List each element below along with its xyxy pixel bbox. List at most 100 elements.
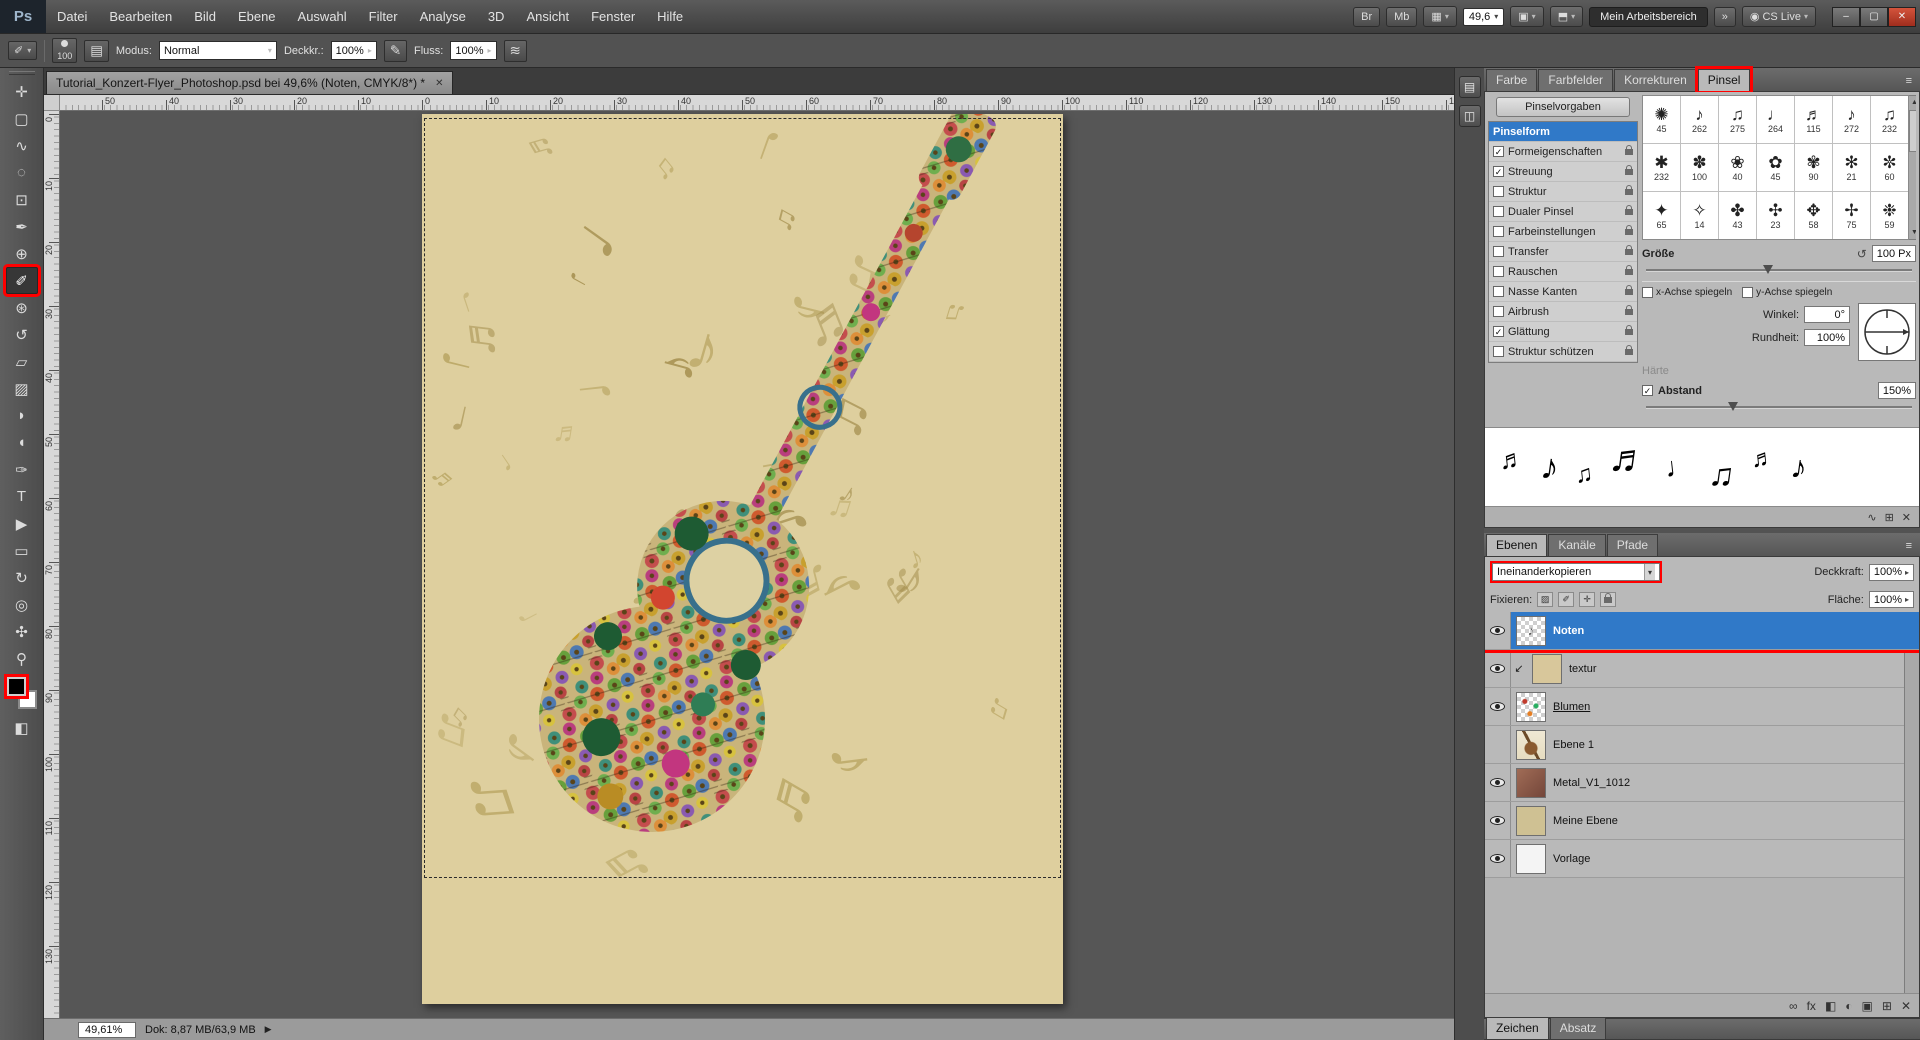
flow-field[interactable]: 100%▸ (450, 41, 496, 60)
visibility-toggle[interactable] (1485, 764, 1511, 801)
quick-selection-tool[interactable]: ◌ (6, 159, 38, 186)
checkbox[interactable] (1493, 226, 1504, 237)
move-tool[interactable]: ✛ (6, 78, 38, 105)
brush-option-formeigenschaften[interactable]: ✓Formeigenschaften (1489, 142, 1637, 162)
menu-bild[interactable]: Bild (183, 0, 227, 33)
eyedropper-tool[interactable]: ✒ (6, 213, 38, 240)
tab-ebenen[interactable]: Ebenen (1486, 534, 1547, 556)
reset-size-icon[interactable]: ↺ (1857, 247, 1867, 261)
menu-ebene[interactable]: Ebene (227, 0, 287, 33)
brush-option-dualer-pinsel[interactable]: Dualer Pinsel (1489, 202, 1637, 222)
scrollbar-thumb[interactable] (1909, 110, 1916, 152)
layer-name[interactable]: Vorlage (1553, 853, 1590, 865)
brush-preset-tile[interactable]: ✦65 (1643, 192, 1680, 239)
toggle-brush-panel-button[interactable]: ▤ (84, 40, 109, 62)
status-zoom-field[interactable]: 49,61% (78, 1022, 136, 1038)
brush-preset-tile[interactable]: ✾90 (1795, 144, 1832, 191)
lasso-tool[interactable]: ∿ (6, 132, 38, 159)
tab-zeichen[interactable]: Zeichen (1486, 1017, 1549, 1039)
healing-brush-tool[interactable]: ⊕ (6, 240, 38, 267)
layer-group-icon[interactable]: ▣ (1862, 999, 1873, 1013)
brush-preset-tile[interactable]: ♬115 (1795, 96, 1832, 143)
fill-field[interactable]: 100%▸ (1869, 591, 1914, 608)
layer-mask-icon[interactable]: ◧ (1825, 999, 1836, 1013)
checkbox[interactable] (1493, 246, 1504, 257)
tool-preset-picker[interactable]: ✐▾ (8, 41, 37, 60)
checkbox[interactable] (1493, 266, 1504, 277)
brush-preset-tile[interactable]: ❉59 (1871, 192, 1908, 239)
view-extras-button[interactable]: ▦▾ (1423, 6, 1456, 27)
blend-mode-dropdown[interactable]: Normal▾ (159, 41, 277, 60)
tab-farbfelder[interactable]: Farbfelder (1538, 69, 1613, 91)
lock-position-icon[interactable]: ✛ (1579, 592, 1595, 607)
brush-option-transfer[interactable]: Transfer (1489, 242, 1637, 262)
workspace-button[interactable]: Mein Arbeitsbereich (1589, 7, 1708, 27)
hand-tool[interactable]: ✣ (6, 618, 38, 645)
quick-mask-button[interactable]: ◧ (6, 714, 38, 741)
menu-fenster[interactable]: Fenster (580, 0, 646, 33)
opacity-field[interactable]: 100%▸ (331, 41, 377, 60)
status-flyout-icon[interactable]: ▶ (265, 1024, 272, 1035)
layer-thumbnail[interactable] (1532, 654, 1562, 684)
brush-preset-tile[interactable]: ✼60 (1871, 144, 1908, 191)
horizontal-ruler[interactable]: 6050403020100102030405060708090100110120… (60, 95, 1454, 111)
link-layers-icon[interactable]: ∞ (1789, 999, 1798, 1013)
stroke-preview-toggle-icon[interactable]: ∿ (1867, 511, 1876, 524)
layer-thumbnail[interactable]: ♪ (1516, 616, 1546, 646)
layer-row-vorlage[interactable]: Vorlage (1485, 840, 1919, 878)
flip-y-checkbox[interactable]: y-Achse spiegeln (1742, 287, 1832, 298)
adjustment-layer-icon[interactable]: ◐ (1845, 999, 1852, 1013)
lock-all-icon[interactable] (1600, 592, 1616, 607)
brush-preset-tile[interactable]: ✤43 (1719, 192, 1756, 239)
brush-tool[interactable]: ✐ (6, 267, 38, 294)
mini-bridge-button[interactable]: Mb (1386, 7, 1417, 27)
visibility-toggle[interactable] (1485, 650, 1511, 687)
brush-option-rauschen[interactable]: Rauschen (1489, 262, 1637, 282)
roundness-field[interactable]: 100% (1804, 329, 1850, 346)
brush-presets-button[interactable]: Pinselvorgaben (1496, 97, 1630, 117)
scroll-up-icon[interactable]: ▲ (1911, 96, 1916, 109)
checkbox[interactable]: ✓ (1493, 166, 1504, 177)
blur-tool[interactable]: ◗ (6, 402, 38, 429)
panel-menu-icon[interactable]: ≡ (1900, 75, 1918, 91)
lock-pixels-icon[interactable]: ✐ (1558, 592, 1574, 607)
layer-name[interactable]: textur (1569, 663, 1597, 675)
menu-3d[interactable]: 3D (477, 0, 516, 33)
checkbox[interactable] (1493, 306, 1504, 317)
pasteboard[interactable]: ♪♫♬♩♪♫♬♩♪♫♬♩♪♫♬♩♪♫♬♩♪♫♬♩♪♫♬♩♪♫♬♩♪♫♬♩♪♫♬♩… (60, 111, 1454, 1018)
collapsed-panel-button-2[interactable]: ◫ (1459, 105, 1481, 127)
palette-grip[interactable] (9, 71, 35, 75)
brush-preset-tile[interactable]: ♩264 (1757, 96, 1794, 143)
flip-x-checkbox[interactable]: x-Achse spiegeln (1642, 287, 1732, 298)
3d-orbit-tool[interactable]: ◎ (6, 591, 38, 618)
brush-option-struktur-sch-tzen[interactable]: Struktur schützen (1489, 342, 1637, 362)
shape-tool[interactable]: ▭ (6, 537, 38, 564)
close-button[interactable]: ✕ (1888, 7, 1916, 27)
brush-preset-tile[interactable]: ✥58 (1795, 192, 1832, 239)
crop-tool[interactable]: ⊡ (6, 186, 38, 213)
brush-preset-tile[interactable]: ✢75 (1833, 192, 1870, 239)
brush-shape-item[interactable]: Pinselform (1489, 122, 1637, 142)
tab-farbe[interactable]: Farbe (1486, 69, 1537, 91)
spacing-slider[interactable] (1646, 401, 1912, 412)
3d-rotate-tool[interactable]: ↻ (6, 564, 38, 591)
menu-auswahl[interactable]: Auswahl (287, 0, 358, 33)
checkbox[interactable] (1493, 186, 1504, 197)
screen-mode-button[interactable]: ⬒▾ (1550, 6, 1583, 27)
type-tool[interactable]: T (6, 483, 38, 510)
layer-blend-mode-select[interactable]: Ineinanderkopieren▾ (1492, 563, 1660, 581)
bridge-button[interactable]: Br (1353, 7, 1380, 27)
marquee-tool[interactable]: ▢ (6, 105, 38, 132)
brush-option-struktur[interactable]: Struktur (1489, 182, 1637, 202)
canvas-document[interactable]: ♪♫♬♩♪♫♬♩♪♫♬♩♪♫♬♩♪♫♬♩♪♫♬♩♪♫♬♩♪♫♬♩♪♫♬♩♪♫♬♩… (422, 114, 1063, 1004)
cs-live-button[interactable]: ◉CS Live▾ (1742, 6, 1816, 27)
brush-preset-tile[interactable]: ✧14 (1681, 192, 1718, 239)
visibility-toggle[interactable] (1485, 688, 1511, 725)
angle-control[interactable] (1858, 303, 1916, 361)
menu-bearbeiten[interactable]: Bearbeiten (98, 0, 183, 33)
foreground-color-swatch[interactable] (7, 677, 26, 696)
brush-preset-tile[interactable]: ✻21 (1833, 144, 1870, 191)
minimize-button[interactable]: – (1832, 7, 1860, 27)
layer-thumbnail[interactable] (1516, 768, 1546, 798)
brush-option-gl-ttung[interactable]: ✓Glättung (1489, 322, 1637, 342)
